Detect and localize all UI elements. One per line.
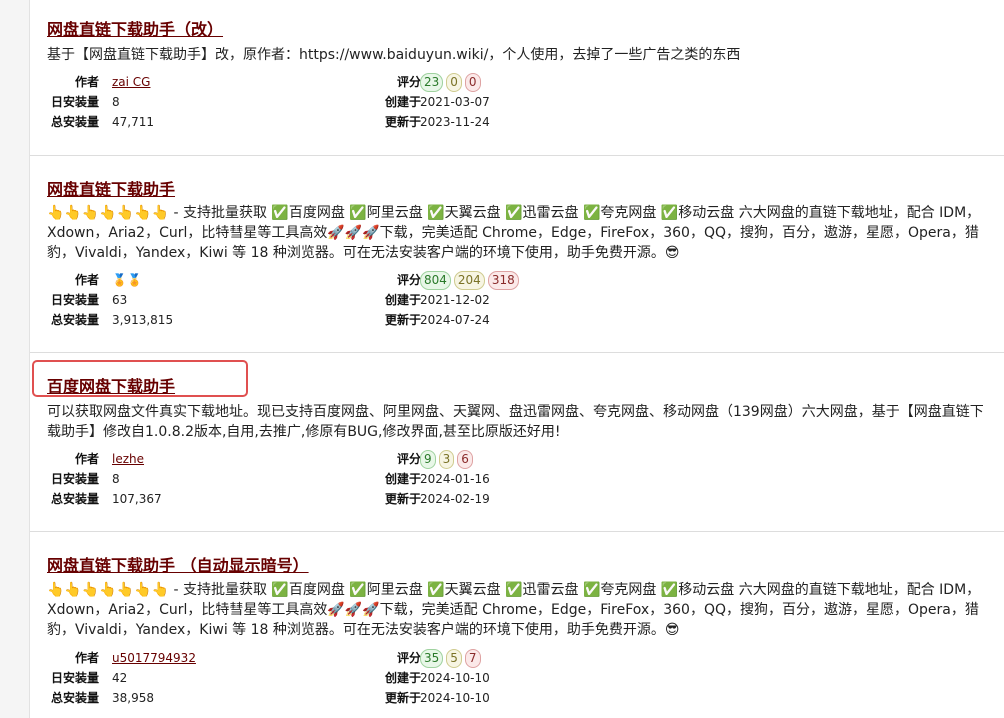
- daily-installs-value: 8: [112, 472, 120, 486]
- meta-row: 总安装量 107,367 更新于 2024-02-19: [30, 489, 1004, 509]
- meta-row: 日安装量 8 创建于 2024-01-16: [30, 469, 1004, 489]
- meta-row: 日安装量 63 创建于 2021-12-02: [30, 290, 1004, 310]
- rating-bad-badge: 0: [464, 73, 481, 92]
- rating-badges: 23 0 0: [420, 73, 481, 92]
- rating-good-badge: 35: [420, 649, 444, 668]
- updated-value: 2023-11-24: [420, 115, 490, 129]
- rating-label: 评分: [396, 273, 421, 287]
- script-item: 网盘直链下载助手 👆👆👆👆👆👆👆 - 支持批量获取 ✅百度网盘 ✅阿里云盘 ✅天…: [30, 155, 1004, 353]
- author-value: zai CG: [112, 72, 150, 92]
- script-title-link[interactable]: 百度网盘下载助手: [47, 373, 175, 397]
- meta-row: 作者 lezhe 评分 9 3 6: [30, 449, 1004, 469]
- created-label: 创建于: [384, 95, 421, 109]
- author-link[interactable]: lezhe: [112, 452, 144, 466]
- script-description: 👆👆👆👆👆👆👆 - 支持批量获取 ✅百度网盘 ✅阿里云盘 ✅天翼云盘 ✅迅雷云盘…: [47, 582, 981, 638]
- author-medal-icons[interactable]: 🏅🏅: [112, 273, 142, 287]
- rating-badges: 804 204 318: [420, 271, 519, 290]
- script-title-link[interactable]: 网盘直链下载助手: [47, 176, 175, 200]
- created-label: 创建于: [384, 293, 421, 307]
- rating-label: 评分: [396, 651, 421, 665]
- total-installs-value: 38,958: [112, 691, 154, 705]
- updated-value: 2024-10-10: [420, 691, 490, 705]
- created-value: 2021-12-02: [420, 293, 490, 307]
- updated-value: 2024-02-19: [420, 492, 490, 506]
- total-installs-value: 3,913,815: [112, 313, 174, 327]
- rating-label: 评分: [396, 75, 421, 89]
- updated-label: 更新于: [384, 492, 421, 506]
- created-label: 创建于: [384, 671, 421, 685]
- daily-installs-value: 42: [112, 671, 128, 685]
- created-value: 2024-10-10: [420, 671, 490, 685]
- total-installs-label: 总安装量: [50, 691, 99, 705]
- total-installs-label: 总安装量: [50, 115, 99, 129]
- script-title-link[interactable]: 网盘直链下载助手（改）: [47, 16, 223, 40]
- daily-installs-label: 日安装量: [50, 293, 99, 307]
- meta-row: 总安装量 38,958 更新于 2024-10-10: [30, 688, 1004, 708]
- author-value: lezhe: [112, 449, 144, 469]
- author-value: 🏅🏅: [112, 270, 142, 290]
- rating-ok-badge: 5: [446, 649, 462, 668]
- script-description: 👆👆👆👆👆👆👆 - 支持批量获取 ✅百度网盘 ✅阿里云盘 ✅天翼云盘 ✅迅雷云盘…: [47, 205, 981, 261]
- rating-good-badge: 804: [420, 271, 451, 290]
- total-installs-label: 总安装量: [50, 492, 99, 506]
- author-label: 作者: [74, 452, 99, 466]
- author-label: 作者: [74, 651, 99, 665]
- rating-badges: 9 3 6: [420, 450, 473, 469]
- meta-row: 作者 zai CG 评分 23 0 0: [30, 72, 1004, 92]
- rating-ok-badge: 3: [438, 450, 455, 469]
- daily-installs-label: 日安装量: [50, 95, 99, 109]
- meta-row: 日安装量 42 创建于 2024-10-10: [30, 668, 1004, 688]
- script-item: 网盘直链下载助手（改） 基于【网盘直链下载助手】改，原作者：https://ww…: [30, 0, 1004, 156]
- rating-label: 评分: [396, 452, 421, 466]
- meta-row: 总安装量 47,711 更新于 2023-11-24: [30, 112, 1004, 132]
- daily-installs-value: 8: [112, 95, 120, 109]
- meta-row: 日安装量 8 创建于 2021-03-07: [30, 92, 1004, 112]
- rating-good-badge: 23: [420, 73, 444, 92]
- daily-installs-label: 日安装量: [50, 472, 99, 486]
- updated-label: 更新于: [384, 691, 421, 705]
- created-value: 2021-03-07: [420, 95, 490, 109]
- rating-ok-badge: 0: [446, 73, 462, 92]
- author-value: u5017794932: [112, 648, 196, 668]
- rating-bad-badge: 6: [457, 450, 473, 469]
- author-label: 作者: [74, 75, 99, 89]
- updated-value: 2024-07-24: [420, 313, 490, 327]
- rating-good-badge: 9: [420, 450, 436, 469]
- script-item: 百度网盘下载助手 可以获取网盘文件真实下载地址。现已支持百度网盘、阿里网盘、天翼…: [30, 352, 1004, 532]
- script-list: 网盘直链下载助手（改） 基于【网盘直链下载助手】改，原作者：https://ww…: [29, 0, 1004, 718]
- created-value: 2024-01-16: [420, 472, 490, 486]
- script-description: 基于【网盘直链下载助手】改，原作者：https://www.baiduyun.w…: [47, 47, 741, 63]
- author-link[interactable]: u5017794932: [112, 651, 196, 665]
- daily-installs-value: 63: [112, 293, 128, 307]
- author-label: 作者: [74, 273, 99, 287]
- rating-badges: 35 5 7: [420, 649, 481, 668]
- author-link[interactable]: zai CG: [112, 75, 150, 89]
- total-installs-value: 107,367: [112, 492, 162, 506]
- meta-row: 总安装量 3,913,815 更新于 2024-07-24: [30, 310, 1004, 330]
- script-title-link[interactable]: 网盘直链下载助手 （自动显示暗号）: [47, 552, 309, 576]
- created-label: 创建于: [384, 472, 421, 486]
- total-installs-value: 47,711: [112, 115, 154, 129]
- rating-bad-badge: 7: [464, 649, 481, 668]
- meta-row: 作者 🏅🏅 评分 804 204 318: [30, 270, 1004, 290]
- rating-ok-badge: 204: [453, 271, 485, 290]
- script-item: 网盘直链下载助手 （自动显示暗号） 👆👆👆👆👆👆👆 - 支持批量获取 ✅百度网盘…: [30, 531, 1004, 718]
- updated-label: 更新于: [384, 313, 421, 327]
- updated-label: 更新于: [384, 115, 421, 129]
- daily-installs-label: 日安装量: [50, 671, 99, 685]
- rating-bad-badge: 318: [487, 271, 519, 290]
- script-description: 可以获取网盘文件真实下载地址。现已支持百度网盘、阿里网盘、天翼网、盘迅雷网盘、夸…: [47, 404, 984, 440]
- total-installs-label: 总安装量: [50, 313, 99, 327]
- meta-row: 作者 u5017794932 评分 35 5 7: [30, 648, 1004, 668]
